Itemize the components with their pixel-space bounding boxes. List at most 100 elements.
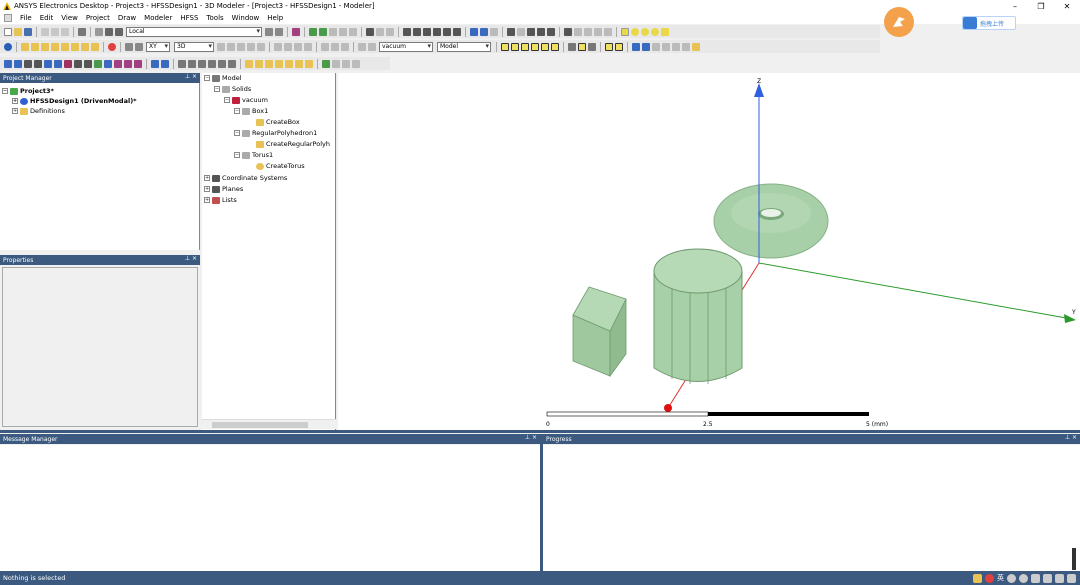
iso-view-icon[interactable] — [245, 59, 253, 68]
measure-object-icon[interactable] — [672, 42, 680, 51]
maxwell-icon[interactable] — [24, 59, 32, 68]
move-snap-icon[interactable] — [578, 42, 586, 51]
show-legend-icon[interactable] — [352, 59, 360, 68]
snap-vertex-icon[interactable] — [511, 42, 519, 51]
snap-edge-center-icon[interactable] — [521, 42, 529, 51]
scrollbar-thumb[interactable] — [212, 422, 308, 428]
select-edge-icon[interactable] — [490, 27, 498, 36]
expand-icon[interactable]: + — [12, 98, 18, 104]
measure-icon[interactable] — [507, 27, 515, 36]
tree-item-regularpolyhedron1[interactable]: − RegularPolyhedron1 — [234, 128, 317, 138]
help-icon[interactable] — [4, 42, 12, 51]
progress-scrollbar[interactable] — [1072, 548, 1076, 570]
collapse-icon[interactable]: − — [234, 108, 240, 114]
grid-settings-icon[interactable] — [568, 42, 576, 51]
box-object[interactable] — [572, 286, 627, 378]
sogou-icon[interactable] — [985, 573, 994, 583]
show-grid-icon[interactable] — [332, 59, 340, 68]
view-perspective-icon[interactable] — [285, 59, 293, 68]
assign-boundary-icon[interactable] — [358, 42, 366, 51]
undo-view-icon[interactable] — [527, 27, 535, 36]
smile-icon[interactable] — [1019, 573, 1028, 583]
shaded-icon[interactable] — [584, 27, 592, 36]
snap-grid-icon[interactable] — [501, 42, 509, 51]
snap-face-center-icon[interactable] — [531, 42, 539, 51]
collapse-icon[interactable]: − — [234, 130, 240, 136]
grid-tray-icon[interactable] — [973, 573, 982, 583]
tree-horizontal-scrollbar[interactable] — [202, 419, 336, 429]
panel-divider[interactable] — [0, 430, 1080, 433]
rotate-icon[interactable] — [275, 27, 283, 36]
ime-language-indicator[interactable]: 英 — [997, 573, 1004, 583]
paste-icon[interactable] — [61, 27, 69, 36]
view-bottom-icon[interactable] — [188, 59, 196, 68]
tree-item-definitions[interactable]: + Definitions — [12, 106, 65, 116]
menu-modeler[interactable]: Modeler — [140, 14, 176, 22]
tree-item-createbox[interactable]: CreateBox — [256, 117, 300, 127]
fields-icon[interactable] — [339, 27, 347, 36]
delete-icon[interactable] — [95, 27, 103, 36]
trimetric-view-icon[interactable] — [255, 59, 263, 68]
select-object-icon[interactable] — [470, 27, 478, 36]
stop-icon[interactable] — [108, 42, 116, 51]
menu-draw[interactable]: Draw — [114, 14, 140, 22]
expand-icon[interactable]: + — [204, 175, 210, 181]
siwave-icon[interactable] — [114, 59, 122, 68]
tree-item-planes[interactable]: + Planes — [204, 184, 243, 194]
document-icon[interactable] — [4, 14, 12, 22]
bird-logo-icon[interactable] — [884, 7, 914, 37]
intersect-icon[interactable] — [237, 42, 245, 51]
fit-all-icon[interactable] — [403, 27, 411, 36]
open-icon[interactable] — [14, 27, 22, 36]
view-orthographic-icon[interactable] — [295, 59, 303, 68]
move-icon[interactable] — [265, 27, 273, 36]
torus-object[interactable] — [713, 183, 829, 259]
hide-icon[interactable] — [604, 27, 612, 36]
pin-close-icon[interactable]: ⊥ × — [1065, 434, 1077, 441]
circuit-icon[interactable] — [44, 59, 52, 68]
duplicate-icon[interactable] — [331, 42, 339, 51]
orbit-icon[interactable] — [386, 27, 394, 36]
regular-polyhedron-object[interactable] — [653, 248, 743, 384]
zoom-in-icon[interactable] — [433, 27, 441, 36]
lock-icon[interactable] — [588, 42, 596, 51]
tree-item-model[interactable]: − Model — [204, 73, 242, 83]
print-icon[interactable] — [78, 27, 86, 36]
rmxprt-icon[interactable] — [84, 59, 92, 68]
view-fit-icon[interactable] — [305, 59, 313, 68]
twin-builder-icon[interactable] — [134, 59, 142, 68]
helix-icon[interactable] — [81, 42, 89, 51]
redo-view-icon[interactable] — [537, 27, 545, 36]
circle-icon[interactable] — [631, 27, 639, 36]
q2d-icon[interactable] — [104, 59, 112, 68]
simplorer-icon[interactable] — [74, 59, 82, 68]
viewport-canvas[interactable]: Y Z 0 2.5 5 (mm) — [338, 73, 1080, 430]
torus-icon[interactable] — [71, 42, 79, 51]
cover-icon[interactable] — [294, 42, 302, 51]
menu-hfss[interactable]: HFSS — [176, 14, 202, 22]
grid-menu-icon[interactable] — [1067, 573, 1076, 583]
measure-position-icon[interactable] — [642, 42, 650, 51]
collapse-icon[interactable]: − — [204, 75, 210, 81]
sweep-icon[interactable] — [274, 42, 282, 51]
view-right-icon[interactable] — [228, 59, 236, 68]
tree-item-project[interactable]: − Project3* — [2, 86, 54, 96]
cone-icon[interactable] — [51, 42, 59, 51]
spiral-icon[interactable] — [91, 42, 99, 51]
pin-close-icon[interactable]: ⊥ × — [185, 73, 197, 80]
collapse-icon[interactable]: − — [214, 86, 220, 92]
measure-settings-icon[interactable] — [682, 42, 690, 51]
ellipse-icon[interactable] — [641, 27, 649, 36]
plane-select[interactable]: XY — [146, 41, 170, 52]
zoom-out-icon[interactable] — [443, 27, 451, 36]
menu-project[interactable]: Project — [82, 14, 114, 22]
tree-item-vacuum[interactable]: − vacuum — [224, 95, 268, 105]
reset-view-icon[interactable] — [547, 27, 555, 36]
sphere-icon[interactable] — [61, 42, 69, 51]
expand-icon[interactable]: + — [12, 108, 18, 114]
relative-cs-icon[interactable] — [615, 42, 623, 51]
rotate-view-icon[interactable] — [413, 27, 421, 36]
tree-item-lists[interactable]: + Lists — [204, 195, 237, 205]
cylinder-icon[interactable] — [31, 42, 39, 51]
pin-close-icon[interactable]: ⊥ × — [525, 434, 537, 441]
